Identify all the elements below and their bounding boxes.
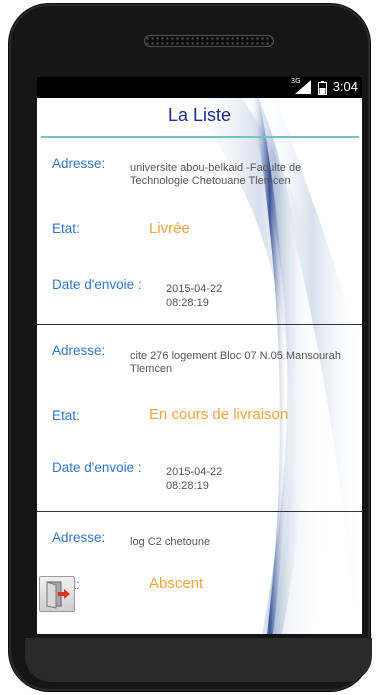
state-value: En cours de livraison [149,406,289,423]
list-divider [37,511,362,512]
time-value: 08:28:19 [166,297,209,309]
exit-door-icon [46,581,70,609]
list-item[interactable]: Adresse: log C2 chetoune Etat: Abscent [37,530,362,634]
address-label: Adresse: [52,343,106,358]
state-label: Etat: [52,408,80,423]
status-bar: 3G 3:04 [37,77,362,98]
address-value: cite 276 logement Bloc 07 N.05 Mansourah… [130,350,341,375]
date-value: 2015-04-22 [166,283,223,295]
address-value: log C2 chetoune [130,536,211,548]
page-title: La Liste [167,105,232,125]
state-value: Abscent [149,575,204,592]
phone-bottom-bezel [25,638,372,682]
list-content[interactable]: La Liste Adresse: universite abou-belkai… [37,98,362,634]
status-time: 3:04 [332,79,358,94]
address-value: universite abou-belkaid -Faculte de Tech… [130,162,302,187]
exit-button[interactable] [39,576,75,612]
signal-icon: 3G [290,77,312,94]
list-item[interactable]: Adresse: cite 276 logement Bloc 07 N.05 … [37,341,362,521]
earpiece-speaker [144,35,274,47]
state-label: Etat: [52,221,80,236]
date-label: Date d'envoie : [52,277,142,292]
time-value: 08:28:19 [166,480,209,492]
device-screen: 3G 3:04 La Liste Adresse: universite abo… [37,77,362,634]
address-label: Adresse: [52,156,106,171]
list-divider [37,324,362,325]
date-value: 2015-04-22 [166,466,223,478]
address-label: Adresse: [52,530,106,545]
network-type: 3G [290,77,301,85]
date-label: Date d'envoie : [52,460,142,475]
battery-icon [317,80,327,95]
title-underline [41,136,359,138]
state-value: Livrée [149,220,190,237]
